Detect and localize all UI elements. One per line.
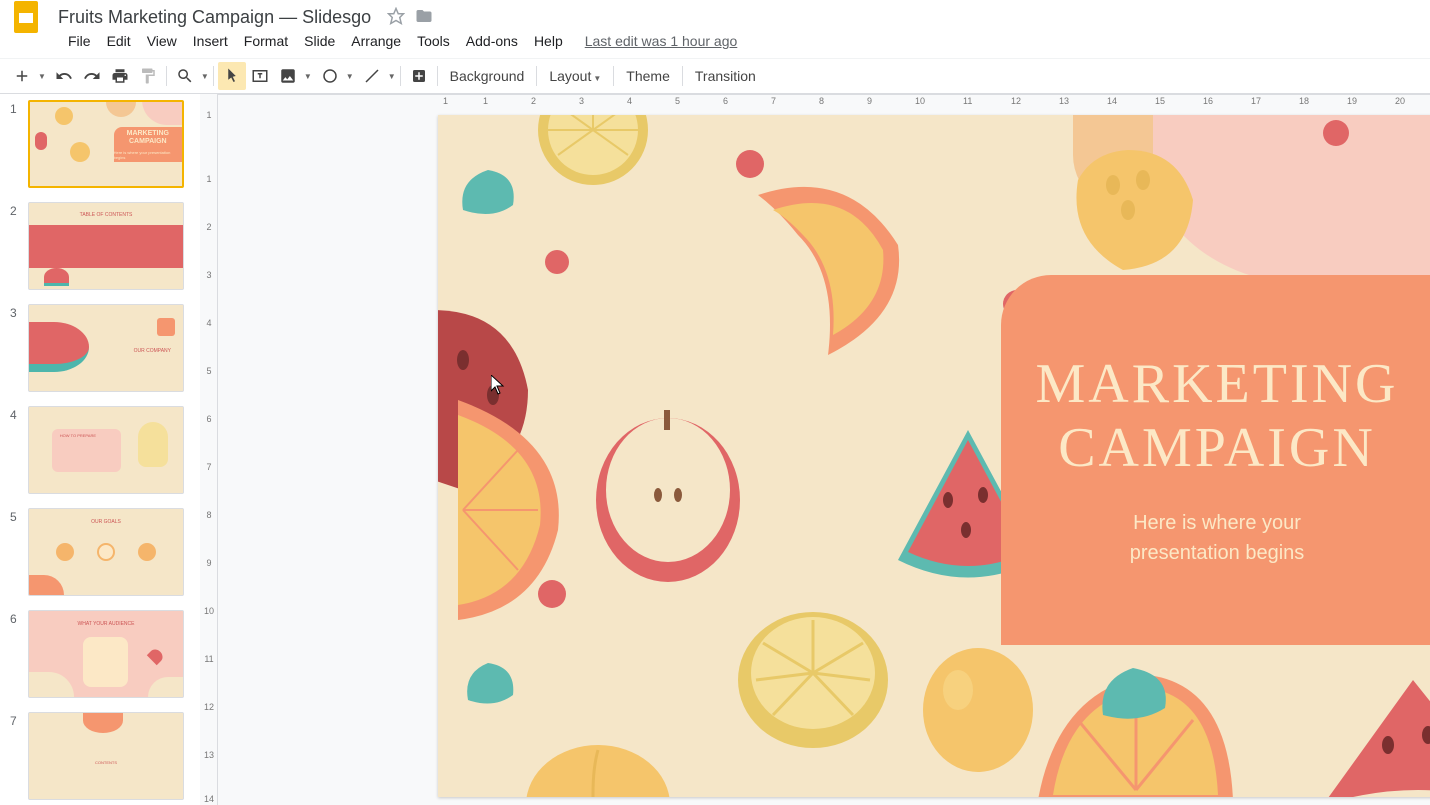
redo-button[interactable] xyxy=(78,62,106,90)
menu-edit[interactable]: Edit xyxy=(99,29,139,53)
main-area: 1 MARKETING CAMPAIGN Here is where your … xyxy=(0,94,1430,805)
last-edit-link[interactable]: Last edit was 1 hour ago xyxy=(585,33,738,49)
thumb-title: OUR GOALS xyxy=(29,519,183,525)
undo-button[interactable] xyxy=(50,62,78,90)
zoom-button[interactable] xyxy=(171,62,199,90)
slides-app-icon[interactable] xyxy=(8,0,44,35)
title-bar: Fruits Marketing Campaign — Slidesgo xyxy=(0,0,1430,28)
textbox-tool[interactable] xyxy=(246,62,274,90)
slide-title: MARKETINGCAMPAIGN xyxy=(1036,352,1399,481)
layout-button[interactable]: Layout▼ xyxy=(541,64,609,88)
thumb-title: MARKETING CAMPAIGN xyxy=(114,130,182,147)
menu-slide[interactable]: Slide xyxy=(296,29,343,53)
slide-thumbnail-6[interactable]: 6 WHAT YOUR AUDIENCE xyxy=(10,610,200,698)
menu-tools[interactable]: Tools xyxy=(409,29,458,53)
title-box[interactable]: MARKETINGCAMPAIGN Here is where yourpres… xyxy=(1001,275,1430,645)
shape-tool[interactable] xyxy=(316,62,344,90)
print-button[interactable] xyxy=(106,62,134,90)
thumb-title: TABLE OF CONTENTS xyxy=(29,212,183,218)
document-title[interactable]: Fruits Marketing Campaign — Slidesgo xyxy=(52,7,377,28)
leaf-icon xyxy=(458,655,528,715)
chevron-down-icon[interactable]: ▼ xyxy=(201,72,209,81)
lemon-icon xyxy=(913,635,1043,775)
transition-button[interactable]: Transition xyxy=(687,64,764,88)
menu-view[interactable]: View xyxy=(139,29,185,53)
slide-subtitle: Here is where yourpresentation begins xyxy=(1130,508,1305,568)
cherry-icon xyxy=(1323,120,1349,146)
watermelon-wedge-icon xyxy=(1318,675,1430,797)
chevron-down-icon[interactable]: ▼ xyxy=(304,72,312,81)
vertical-ruler: 1 1 2 3 4 5 6 7 8 9 10 11 12 13 14 xyxy=(200,94,218,805)
leaf-icon xyxy=(1093,660,1183,730)
star-icon[interactable] xyxy=(387,7,405,28)
slide-thumbnail-5[interactable]: 5 OUR GOALS xyxy=(10,508,200,596)
menu-help[interactable]: Help xyxy=(526,29,571,53)
thumb-title: HOW TO PREPARE xyxy=(60,433,96,438)
chevron-down-icon[interactable]: ▼ xyxy=(38,72,46,81)
thumb-title: WHAT YOUR AUDIENCE xyxy=(29,621,183,627)
menu-format[interactable]: Format xyxy=(236,29,296,53)
slide-thumbnail-4[interactable]: 4 HOW TO PREPARE xyxy=(10,406,200,494)
peach-icon xyxy=(518,735,678,797)
chevron-down-icon[interactable]: ▼ xyxy=(346,72,354,81)
slide-canvas[interactable]: MARKETINGCAMPAIGN Here is where yourpres… xyxy=(438,115,1430,797)
cherry-icon xyxy=(736,150,764,178)
select-tool[interactable] xyxy=(218,62,246,90)
peach-icon xyxy=(1058,140,1208,280)
leaf-icon xyxy=(453,160,533,230)
slide-thumbnail-7[interactable]: 7 CONTENTS xyxy=(10,712,200,800)
canvas-area: 1 1 2 3 4 5 6 7 8 9 10 11 12 13 14 15 16… xyxy=(218,94,1430,805)
background-button[interactable]: Background xyxy=(442,64,533,88)
slide-thumbnail-1[interactable]: 1 MARKETING CAMPAIGN Here is where your … xyxy=(10,100,200,188)
new-slide-button[interactable] xyxy=(8,62,36,90)
paint-format-button[interactable] xyxy=(134,62,162,90)
menu-insert[interactable]: Insert xyxy=(185,29,236,53)
canvas-scroll[interactable]: MARKETINGCAMPAIGN Here is where yourpres… xyxy=(218,95,1430,805)
menu-bar: File Edit View Insert Format Slide Arran… xyxy=(0,28,1430,58)
slide-thumbnail-2[interactable]: 2 TABLE OF CONTENTS xyxy=(10,202,200,290)
line-tool[interactable] xyxy=(358,62,386,90)
slide-filmstrip[interactable]: 1 MARKETING CAMPAIGN Here is where your … xyxy=(0,94,200,805)
orange-slice-icon xyxy=(458,400,578,630)
thumb-title: OUR COMPANY xyxy=(134,348,171,354)
menu-file[interactable]: File xyxy=(60,29,99,53)
menu-arrange[interactable]: Arrange xyxy=(343,29,409,53)
folder-icon[interactable] xyxy=(415,7,433,28)
theme-button[interactable]: Theme xyxy=(618,64,678,88)
image-tool[interactable] xyxy=(274,62,302,90)
lemon-half-icon xyxy=(528,115,658,215)
thumb-subtitle: Here is where your presentation begins xyxy=(114,150,182,160)
lemon-half-icon xyxy=(728,585,898,755)
comment-button[interactable] xyxy=(405,62,433,90)
peach-slice-icon xyxy=(738,175,918,375)
menu-addons[interactable]: Add-ons xyxy=(458,29,526,53)
thumb-title: CONTENTS xyxy=(29,760,183,765)
cherry-icon xyxy=(545,250,569,274)
toolbar: ▼ ▼ ▼ ▼ ▼ Background Layout▼ Theme Trans… xyxy=(0,58,1430,94)
apple-half-icon xyxy=(588,395,748,595)
chevron-down-icon[interactable]: ▼ xyxy=(388,72,396,81)
slide-thumbnail-3[interactable]: 3 OUR COMPANY xyxy=(10,304,200,392)
